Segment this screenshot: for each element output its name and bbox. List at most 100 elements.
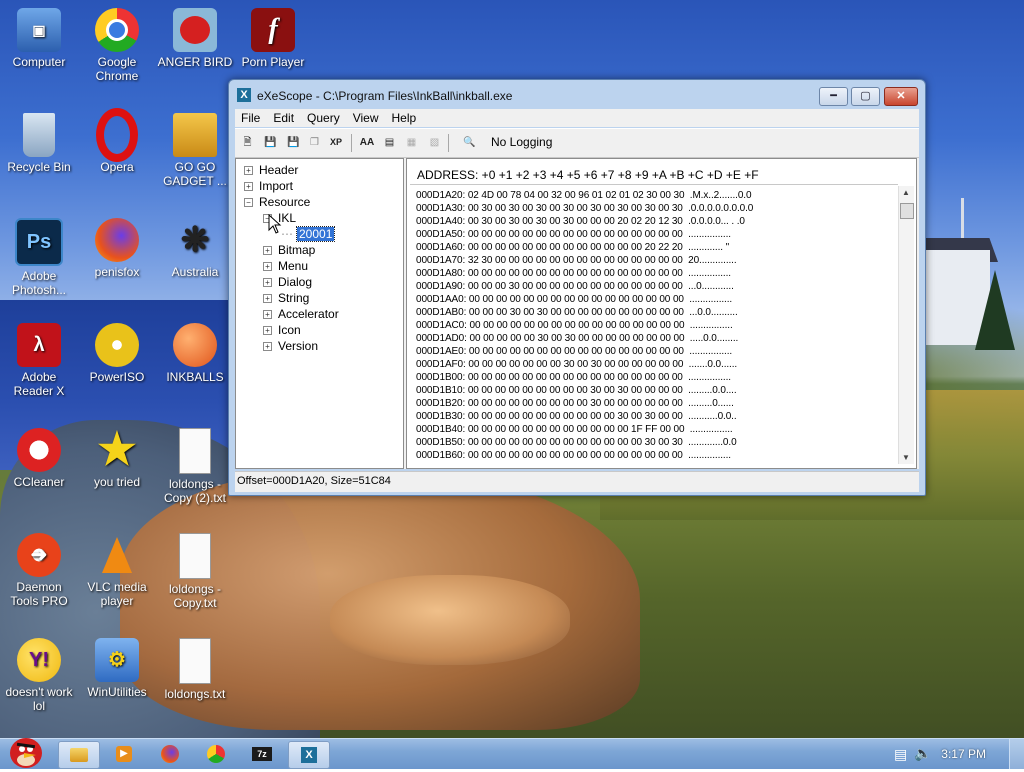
window-titlebar[interactable]: X eXeScope - C:\Program Files\InkBall\in… xyxy=(229,80,925,110)
desktop-icon-you-tried[interactable]: ★ you tried xyxy=(79,428,155,490)
desktop-icon-loldongs-copy[interactable]: loldongs - Copy.txt xyxy=(157,533,233,610)
collapse-icon[interactable]: − xyxy=(244,198,253,207)
volume-icon[interactable]: 🔈 xyxy=(914,745,931,762)
recycle-bin-icon xyxy=(23,113,55,157)
tree-item-import[interactable]: + Import xyxy=(244,179,293,193)
desktop-icon-australia[interactable]: ❋ Australia xyxy=(157,218,233,279)
taskbar-media-center[interactable]: ▶ xyxy=(104,741,144,767)
network-icon[interactable]: ▤ xyxy=(894,746,907,763)
close-button[interactable]: ✕ xyxy=(884,87,918,106)
menu-file[interactable]: File xyxy=(235,109,267,125)
adobe-reader-icon: λ xyxy=(17,323,61,367)
taskbar-7zip[interactable]: 7z xyxy=(242,741,282,767)
inkball-icon xyxy=(173,323,217,367)
hex-row: 000D1AE0: 00 00 00 00 00 00 00 00 00 00 … xyxy=(416,346,733,357)
angry-bird-icon xyxy=(173,8,217,52)
desktop-icon-penisfox[interactable]: penisfox xyxy=(79,218,155,279)
desktop-icon-yahoo-messenger[interactable]: Y! doesn't work lol xyxy=(1,638,77,713)
clock[interactable]: 3:17 PM xyxy=(941,747,986,761)
open-file-icon[interactable]: 🗎 xyxy=(239,134,256,151)
minimize-button[interactable]: ━ xyxy=(819,87,848,106)
taskbar-firefox[interactable] xyxy=(150,741,190,767)
disc-icon xyxy=(95,323,139,367)
show-desktop-button[interactable] xyxy=(1009,739,1024,769)
xp-icon[interactable]: XP xyxy=(325,134,347,151)
font-icon[interactable]: AA xyxy=(357,134,377,151)
tree-item-dialog[interactable]: + Dialog xyxy=(263,275,312,289)
desktop-icon-daemon-tools[interactable]: ➜ Daemon Tools PRO xyxy=(1,533,77,608)
desktop-icon-label: PowerISO xyxy=(89,370,145,384)
tree-item-accelerator[interactable]: + Accelerator xyxy=(263,307,339,321)
desktop-icon-go-go-gadget[interactable]: GO GO GADGET ... xyxy=(157,113,233,188)
mouse-cursor-icon xyxy=(268,214,282,234)
tree-item-header[interactable]: + Header xyxy=(244,163,298,177)
vertical-scrollbar[interactable]: ▲ ▼ xyxy=(898,186,914,464)
tree-item-bitmap[interactable]: + Bitmap xyxy=(263,243,315,257)
desktop-icon-ccleaner[interactable]: CCleaner xyxy=(1,428,77,489)
tree-item-resource[interactable]: − Resource xyxy=(244,195,310,209)
tree-item-label: Import xyxy=(259,179,294,193)
expand-icon[interactable]: + xyxy=(263,278,272,287)
logging-icon[interactable]: 🔍 xyxy=(461,134,478,151)
desktop-icon-label: Porn Player xyxy=(241,55,305,69)
desktop-icon-inkballs[interactable]: INKBALLS xyxy=(157,323,233,384)
hex-dump[interactable]: 000D1A20: 02 4D 00 78 04 00 32 00 96 01 … xyxy=(410,184,898,465)
desktop-icon-label: Australia xyxy=(171,265,219,279)
logging-label[interactable]: No Logging xyxy=(491,135,552,149)
tree-item-version[interactable]: + Version xyxy=(263,339,318,353)
desktop-icon-loldongs-copy-2[interactable]: loldongs - Copy (2).txt xyxy=(157,428,233,505)
scroll-down-icon[interactable]: ▼ xyxy=(902,453,910,462)
desktop-icon-vlc[interactable]: VLC media player xyxy=(79,533,155,608)
hex-row: 000D1B10: 00 00 00 00 00 00 00 00 00 30 … xyxy=(416,385,737,396)
copy-icon[interactable]: ❐ xyxy=(306,134,323,151)
desktop-icon-anger-bird[interactable]: ANGER BIRD xyxy=(157,8,233,69)
menu-view[interactable]: View xyxy=(347,109,386,125)
document-icon[interactable]: ▤ xyxy=(381,134,398,151)
start-button[interactable] xyxy=(2,733,48,769)
resource-tree[interactable]: + Header + Import − Resource − IKL ⋯ 20001 + B… xyxy=(235,158,404,469)
tree-item-icon[interactable]: + Icon xyxy=(263,323,301,337)
tree-item-menu[interactable]: + Menu xyxy=(263,259,308,273)
desktop-icon-porn-player[interactable]: f Porn Player xyxy=(235,8,311,69)
expand-icon[interactable]: + xyxy=(263,262,272,271)
desktop-icon-adobe-reader[interactable]: λ Adobe Reader X xyxy=(1,323,77,398)
exescope-icon: X xyxy=(301,747,317,763)
expand-icon[interactable]: + xyxy=(263,342,272,351)
expand-icon[interactable]: + xyxy=(263,310,272,319)
dialog-disabled-icon[interactable]: ▧ xyxy=(426,134,443,151)
scroll-thumb[interactable] xyxy=(900,203,914,219)
desktop-icon-recycle-bin[interactable]: Recycle Bin xyxy=(1,113,77,174)
hex-viewer[interactable]: ADDRESS: +0 +1 +2 +3 +4 +5 +6 +7 +8 +9 +… xyxy=(406,158,917,469)
menu-edit[interactable]: Edit xyxy=(267,109,301,125)
desktop-icon-chrome[interactable]: Google Chrome xyxy=(79,8,155,83)
taskbar-explorer[interactable] xyxy=(58,741,100,769)
taskbar-exescope[interactable]: X xyxy=(288,741,330,769)
expand-icon[interactable]: + xyxy=(244,166,253,175)
menu-query[interactable]: Query xyxy=(301,109,347,125)
save-icon[interactable]: 💾 xyxy=(285,134,302,151)
tree-item-20001[interactable]: ⋯ 20001 xyxy=(281,226,336,242)
taskbar-chrome[interactable] xyxy=(196,741,236,767)
hex-row: 000D1AF0: 00 00 00 00 00 00 00 30 00 30 … xyxy=(416,359,738,370)
hex-row: 000D1A70: 32 30 00 00 00 00 00 00 00 00 … xyxy=(416,255,737,266)
desktop-icon-opera[interactable]: Opera xyxy=(79,108,155,174)
wallpaper-rock xyxy=(330,575,570,665)
resource-disabled-icon[interactable]: ▦ xyxy=(403,134,420,151)
folder-icon xyxy=(173,113,217,157)
scroll-up-icon[interactable]: ▲ xyxy=(902,188,910,197)
desktop-icon-poweriso[interactable]: PowerISO xyxy=(79,323,155,384)
desktop-icon-computer[interactable]: ▣ Computer xyxy=(1,8,77,69)
expand-icon[interactable]: + xyxy=(244,182,253,191)
folder-icon xyxy=(70,748,88,762)
desktop-icon-loldongs[interactable]: loldongs.txt xyxy=(157,638,233,701)
exescope-window[interactable]: X eXeScope - C:\Program Files\InkBall\in… xyxy=(228,79,926,496)
expand-icon[interactable]: + xyxy=(263,294,272,303)
tree-item-string[interactable]: + String xyxy=(263,291,309,305)
desktop-icon-winutilities[interactable]: ⚙ WinUtilities xyxy=(79,638,155,699)
save-disabled-icon[interactable]: 💾 xyxy=(262,134,279,151)
expand-icon[interactable]: + xyxy=(263,246,272,255)
menu-help[interactable]: Help xyxy=(386,109,424,125)
expand-icon[interactable]: + xyxy=(263,326,272,335)
maximize-button[interactable]: ▢ xyxy=(851,87,880,106)
desktop-icon-photoshop[interactable]: Ps Adobe Photosh... xyxy=(1,218,77,297)
